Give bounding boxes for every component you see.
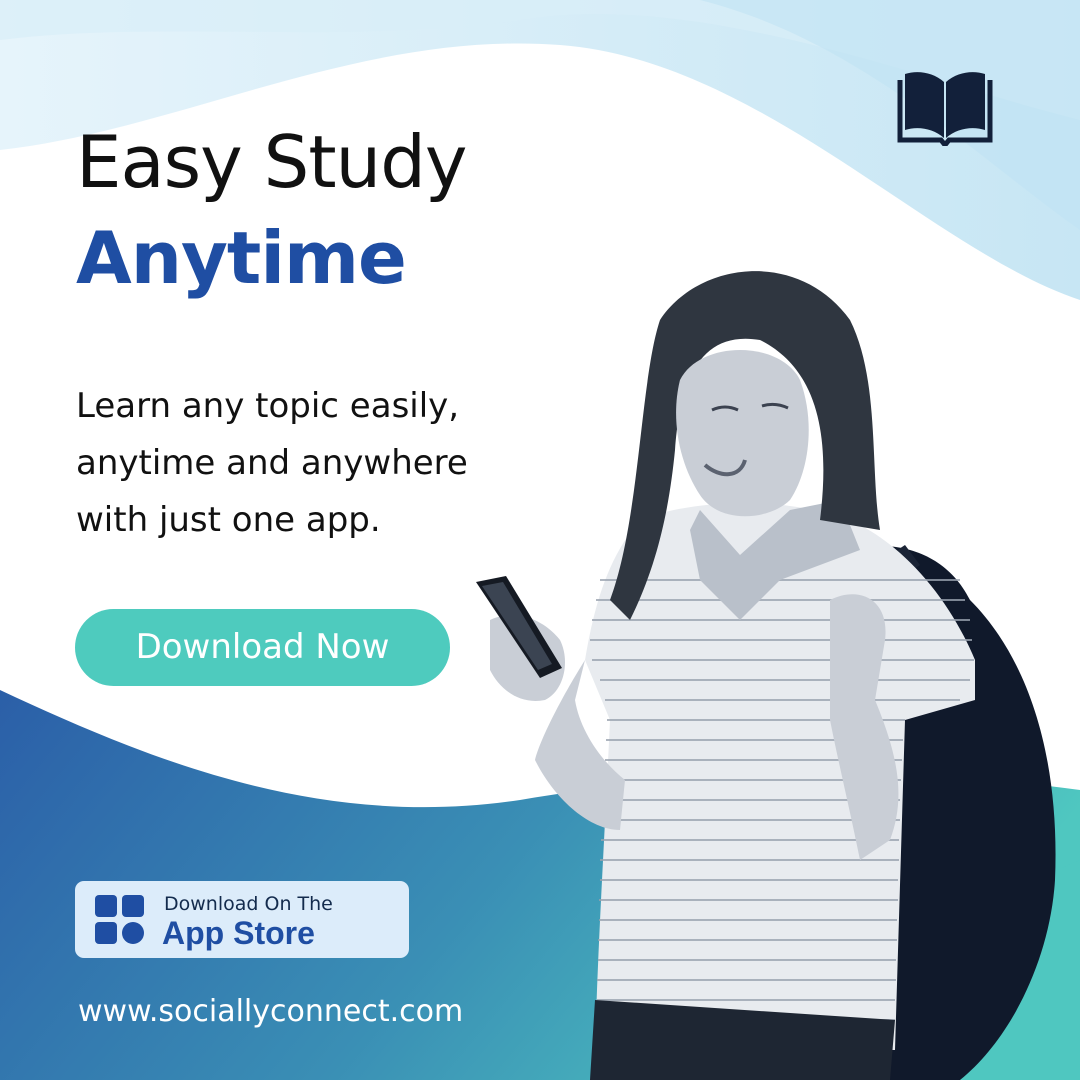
grid-apps-icon (95, 895, 144, 944)
store-badge-small-text: Download On The (164, 893, 333, 915)
headline: Easy Study Anytime (76, 114, 467, 306)
headline-line2: Anytime (76, 216, 407, 300)
headline-line1: Easy Study (76, 120, 467, 204)
website-link[interactable]: www.sociallyconnect.com (78, 994, 463, 1029)
app-store-badge[interactable]: Download On The App Store (75, 881, 409, 958)
description-text: Learn any topic easily, anytime and anyw… (76, 386, 468, 540)
open-book-icon (897, 72, 993, 146)
store-badge-big-text: App Store (162, 915, 315, 951)
download-now-button[interactable]: Download Now (75, 609, 450, 686)
